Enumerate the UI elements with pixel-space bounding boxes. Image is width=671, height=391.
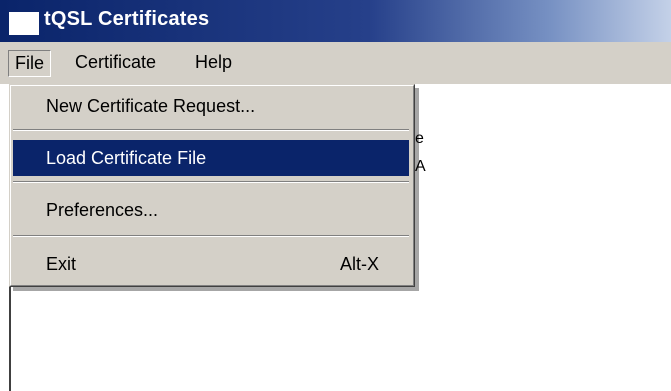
menu-item-preferences[interactable]: Preferences... (13, 192, 409, 228)
window-title: tQSL Certificates (44, 8, 210, 30)
app-icon (9, 12, 39, 35)
menu-item-exit[interactable]: Exit Alt-X (13, 246, 409, 282)
menu-item-label: Exit (46, 254, 77, 274)
menu-item-label: Load Certificate File (46, 148, 207, 168)
menu-item-label: New Certificate Request... (46, 96, 256, 116)
menu-separator (13, 181, 409, 183)
menu-separator (13, 235, 409, 237)
menu-item-load-certificate-file[interactable]: Load Certificate File (13, 140, 409, 176)
menu-item-new-certificate-request[interactable]: New Certificate Request... (13, 88, 409, 124)
obscured-text-fragment: A (415, 158, 426, 175)
title-bar[interactable]: tQSL Certificates (0, 0, 671, 42)
menu-certificate[interactable]: Certificate (68, 50, 163, 77)
menu-help[interactable]: Help (188, 50, 239, 77)
menu-file[interactable]: File (8, 50, 52, 77)
app-window: tQSL Certificates File Certificate Help … (0, 0, 671, 391)
obscured-text-fragment: e (415, 130, 424, 147)
menu-separator (13, 129, 409, 131)
menu-bar: File Certificate Help (0, 42, 671, 84)
file-menu-dropdown: New Certificate Request... Load Certific… (9, 84, 415, 287)
menu-item-label: Preferences... (46, 200, 159, 220)
menu-item-shortcut: Alt-X (339, 254, 379, 274)
